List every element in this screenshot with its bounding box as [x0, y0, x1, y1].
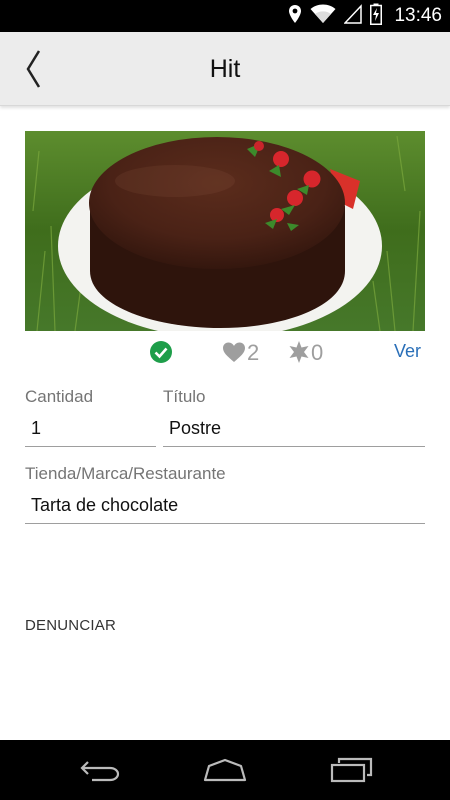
status-icons: 13:46: [288, 0, 442, 32]
check-circle-icon[interactable]: [149, 340, 173, 364]
heart-icon[interactable]: [222, 341, 246, 363]
star-icon[interactable]: [287, 340, 311, 364]
home-nav-button[interactable]: [195, 750, 255, 790]
report-button[interactable]: DENUNCIAR: [25, 617, 116, 634]
recents-nav-button[interactable]: [321, 750, 381, 790]
store-field[interactable]: [25, 488, 425, 522]
home-nav-icon: [203, 758, 247, 782]
battery-icon: [370, 3, 383, 30]
action-row: 2 0 Ver: [25, 336, 425, 370]
quantity-field[interactable]: [25, 411, 156, 445]
back-nav-icon: [80, 761, 120, 782]
app-bar: Hit: [0, 32, 450, 106]
title-field[interactable]: [163, 411, 425, 445]
star-count: 0: [311, 340, 324, 365]
back-nav-button[interactable]: [70, 750, 130, 790]
store-field-container: [25, 488, 425, 524]
recents-nav-icon: [330, 757, 373, 783]
quantity-label: Cantidad: [25, 387, 94, 406]
quantity-field-container: [25, 411, 156, 447]
title-label: Título: [163, 387, 206, 406]
wifi-icon: [310, 4, 336, 29]
page-title: Hit: [209, 55, 241, 83]
view-link[interactable]: Ver: [394, 341, 421, 362]
chevron-left-icon: [26, 50, 41, 88]
status-bar: 13:46: [0, 0, 450, 32]
navigation-bar: [0, 740, 450, 800]
title-field-container: [163, 411, 425, 447]
like-count: 2: [247, 340, 260, 365]
location-icon: [288, 4, 302, 29]
store-label: Tienda/Marca/Restaurante: [25, 464, 226, 483]
status-time: 13:46: [394, 5, 442, 26]
chocolate-cake-photo[interactable]: [25, 131, 425, 331]
signal-icon: [343, 3, 363, 29]
back-button[interactable]: [14, 44, 52, 94]
